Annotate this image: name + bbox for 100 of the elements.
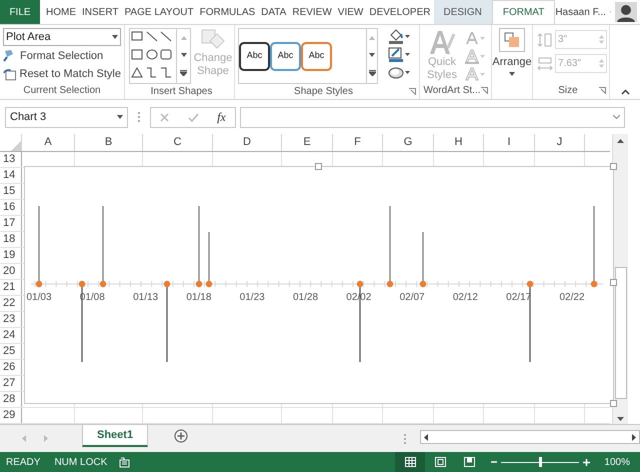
- selection-handle[interactable]: [315, 163, 322, 170]
- zoom-thumb[interactable]: [538, 457, 542, 467]
- column-header[interactable]: C: [143, 134, 213, 151]
- row-header[interactable]: 23: [0, 312, 22, 327]
- add-sheet-icon[interactable]: [174, 429, 188, 443]
- dialog-launcher-icon[interactable]: [599, 87, 606, 94]
- text-effects-icon[interactable]: [465, 67, 485, 82]
- dialog-launcher-icon[interactable]: [409, 88, 416, 95]
- column-header[interactable]: E: [282, 134, 333, 151]
- axis-label: 02/12: [452, 292, 478, 303]
- scroll-down-icon[interactable]: [180, 52, 186, 57]
- column-header[interactable]: D: [213, 134, 282, 151]
- scroll-down-icon[interactable]: [617, 417, 624, 421]
- row-header[interactable]: 19: [0, 248, 22, 263]
- account-name[interactable]: Hasaan F...: [555, 0, 606, 24]
- caret-icon: [117, 115, 123, 119]
- sheet-tab[interactable]: Sheet1: [82, 425, 148, 447]
- horizontal-scrollbar[interactable]: [420, 430, 640, 444]
- ribbon-button[interactable]: Format Selection: [3, 47, 121, 64]
- row-header[interactable]: 16: [0, 200, 22, 215]
- shape-effects-icon[interactable]: [388, 65, 410, 80]
- row-header[interactable]: 29: [0, 408, 22, 423]
- dialog-launcher-icon[interactable]: [481, 87, 488, 94]
- more-icon[interactable]: [180, 70, 187, 76]
- row-header[interactable]: 22: [0, 296, 22, 311]
- row-header[interactable]: 13: [0, 152, 22, 167]
- row-header[interactable]: 15: [0, 184, 22, 199]
- row-header[interactable]: 14: [0, 168, 22, 183]
- axis-label: 01/03: [26, 292, 52, 303]
- collapse-ribbon-icon[interactable]: [620, 89, 630, 95]
- macro-record-icon[interactable]: [119, 456, 130, 468]
- scroll-right-icon[interactable]: [632, 434, 636, 440]
- ribbon-tab[interactable]: PAGE LAYOUT: [122, 0, 197, 24]
- insert-function-button[interactable]: fx: [217, 108, 226, 126]
- normal-view-icon[interactable]: [404, 457, 416, 467]
- page-break-view-icon[interactable]: [464, 457, 476, 467]
- row-header[interactable]: 27: [0, 376, 22, 391]
- column-header[interactable]: G: [383, 134, 434, 151]
- column-header[interactable]: J: [535, 134, 585, 151]
- scroll-thumb[interactable]: [614, 267, 626, 399]
- chart-element-dropdown[interactable]: Plot Area: [3, 28, 121, 46]
- ribbon-tab[interactable]: DEVELOPER: [366, 0, 434, 24]
- ribbon-tab[interactable]: DATA: [258, 0, 290, 24]
- event-marker: [420, 232, 426, 288]
- style-preset[interactable]: Abc: [239, 42, 270, 70]
- row-header[interactable]: 18: [0, 232, 22, 247]
- shape-outline-icon[interactable]: [388, 47, 410, 62]
- column-header[interactable]: B: [75, 134, 143, 151]
- zoom-slider[interactable]: [501, 457, 580, 467]
- group-label: Current Selection: [22, 84, 102, 98]
- column-header[interactable]: H: [434, 134, 484, 151]
- shape-fill-icon[interactable]: [388, 29, 410, 44]
- row-header[interactable]: 24: [0, 328, 22, 343]
- enter-icon[interactable]: [188, 112, 199, 122]
- ribbon-tab[interactable]: HOME: [43, 0, 79, 24]
- ribbon-tab[interactable]: FILE: [0, 0, 40, 24]
- reset-icon: [3, 68, 16, 81]
- row-header[interactable]: 25: [0, 344, 22, 359]
- more-icon[interactable]: [368, 70, 376, 76]
- axis-label: 01/23: [240, 292, 265, 303]
- ribbon-tab[interactable]: VIEW: [334, 0, 366, 24]
- column-header[interactable]: A: [22, 134, 75, 151]
- ribbon-tab[interactable]: FORMULAS: [196, 0, 258, 24]
- row-header[interactable]: 28: [0, 392, 22, 407]
- text-outline-icon[interactable]: [465, 49, 485, 64]
- text-fill-icon[interactable]: [465, 31, 485, 46]
- avatar-icon[interactable]: [615, 2, 637, 22]
- ribbon-tab[interactable]: FORMAT: [492, 0, 556, 24]
- scroll-up-icon[interactable]: [617, 139, 624, 143]
- ribbon-tab[interactable]: REVIEW: [289, 0, 335, 24]
- shapes-gallery[interactable]: [129, 28, 191, 84]
- selection-handle[interactable]: [610, 400, 617, 407]
- column-header[interactable]: F: [333, 134, 383, 151]
- ribbon-tab[interactable]: DESIGN: [434, 0, 492, 24]
- ribbon-tab[interactable]: INSERT: [79, 0, 122, 24]
- cancel-icon[interactable]: [160, 112, 170, 122]
- grip-icon[interactable]: [404, 434, 406, 444]
- row-header[interactable]: 20: [0, 264, 22, 279]
- axis-label: 01/28: [292, 292, 318, 303]
- caret-icon: [508, 72, 515, 76]
- scroll-left-icon[interactable]: [424, 434, 428, 440]
- zoom-in-icon[interactable]: [583, 458, 590, 466]
- num-lock-indicator: NUM LOCK: [54, 456, 108, 470]
- row-header[interactable]: 26: [0, 360, 22, 375]
- scroll-down-icon[interactable]: [369, 52, 375, 57]
- column-header[interactable]: I: [484, 134, 535, 151]
- style-preset[interactable]: Abc: [301, 42, 332, 70]
- status-mode: READY: [6, 456, 40, 470]
- letter-brush-icon: [428, 28, 456, 56]
- row-header[interactable]: 17: [0, 216, 22, 231]
- selection-handle[interactable]: [610, 279, 617, 286]
- style-preset[interactable]: Abc: [270, 42, 301, 70]
- ribbon-button[interactable]: Reset to Match Style: [3, 66, 121, 83]
- row-header[interactable]: 21: [0, 280, 22, 295]
- arrange-button[interactable]: Arrange: [492, 28, 532, 76]
- zoom-level[interactable]: 100%: [604, 454, 630, 470]
- selection-handle[interactable]: [610, 163, 617, 170]
- page-layout-view-icon[interactable]: [435, 457, 446, 467]
- name-box[interactable]: Chart 3: [5, 106, 128, 128]
- formula-input[interactable]: [240, 106, 625, 128]
